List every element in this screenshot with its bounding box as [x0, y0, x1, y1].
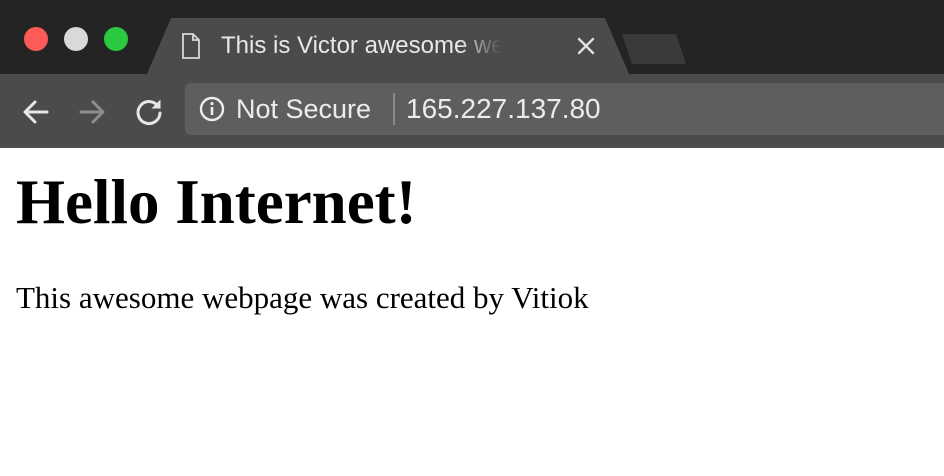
window-close-button[interactable] [24, 27, 48, 51]
info-circle-icon[interactable] [199, 96, 225, 122]
browser-toolbar: Not Secure 165.227.137.80 [0, 74, 944, 148]
arrow-left-icon[interactable] [20, 96, 52, 128]
file-icon [182, 33, 200, 59]
page-paragraph: This awesome webpage was created by Viti… [16, 280, 589, 315]
page-heading: Hello Internet! [16, 167, 417, 237]
address-bar-divider [393, 93, 395, 125]
new-tab-button[interactable] [622, 34, 686, 64]
close-icon[interactable] [575, 35, 597, 57]
page-content: Hello Internet! This awesome webpage was… [0, 148, 944, 476]
arrow-right-icon[interactable] [76, 96, 108, 128]
window-minimize-button[interactable] [64, 27, 88, 51]
address-bar[interactable]: Not Secure 165.227.137.80 [185, 83, 944, 135]
security-status-label[interactable]: Not Secure [236, 94, 371, 124]
tab-title: This is Victor awesome webpage [221, 32, 501, 59]
url-text[interactable]: 165.227.137.80 [406, 94, 601, 124]
reload-icon[interactable] [133, 96, 165, 128]
browser-tab[interactable]: This is Victor awesome webpage [147, 18, 629, 74]
window-maximize-button[interactable] [104, 27, 128, 51]
window-titlebar: This is Victor awesome webpage [0, 0, 944, 74]
